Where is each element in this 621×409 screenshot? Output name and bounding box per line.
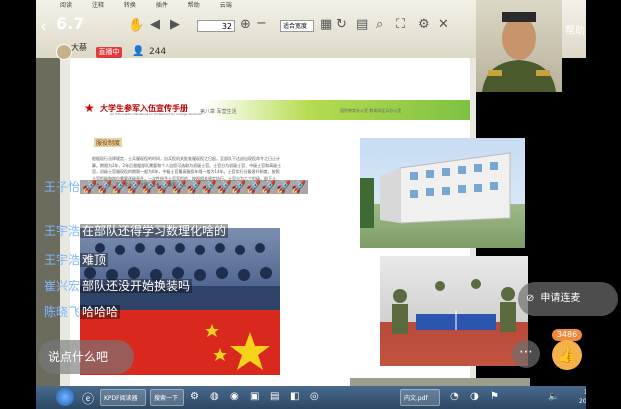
soldiers-parade-illustration (80, 243, 280, 310)
taskbar-icon-6[interactable]: ◧ (290, 391, 299, 402)
settings-icon[interactable]: ⚙ (418, 17, 430, 32)
zoom-select[interactable]: 适合宽度 (280, 20, 314, 32)
chat-message: 王子怡 🚀🚀🚀🚀🚀🚀🚀🚀🚀🚀🚀🚀🚀🚀🚀 (44, 178, 309, 195)
barracks-illustration (360, 152, 511, 228)
zoom-out-icon[interactable]: − (256, 16, 267, 31)
menu-read[interactable]: 阅读 (60, 2, 72, 9)
host-avatar[interactable] (56, 44, 72, 60)
comment-input[interactable]: 说点什么吧 (38, 340, 134, 374)
left-letterbox (0, 0, 36, 409)
start-button-icon[interactable] (56, 388, 74, 406)
menu-help[interactable]: 帮助 (188, 2, 200, 9)
fullscreen-icon[interactable]: ⛶ (396, 17, 405, 32)
volume-icon[interactable]: 🔈 (548, 392, 559, 402)
find-icon[interactable]: ⌕ (376, 17, 383, 32)
chat-user[interactable]: 崔兴宏 (44, 279, 80, 293)
tray-icon-1[interactable]: ◔ (450, 391, 459, 402)
taskbar-icon-5[interactable]: ▤ (270, 391, 279, 402)
chat-message: 陈晓飞 哈哈哈 (44, 303, 121, 320)
soldiers-parade-photo (80, 228, 280, 310)
chat-text: 部队还没开始换装吗 (80, 279, 193, 293)
live-badge: 直播中 (96, 47, 122, 58)
close-doc-icon[interactable]: ✕ (438, 17, 449, 32)
chat-text: 哈哈哈 (80, 305, 121, 319)
next-page-icon[interactable]: ▶ (170, 17, 180, 32)
chat-message: 崔兴宏 部队还没开始换装吗 (44, 277, 193, 294)
barracks-photo (360, 138, 525, 248)
section-title: 服役制度 (94, 138, 123, 147)
viewer-count: 6.7 (56, 14, 85, 33)
taskbar-app-search[interactable]: 搜索一下 (150, 389, 184, 406)
user-icon: 👤 (132, 46, 145, 57)
tray-icon-2[interactable]: ◑ (470, 391, 479, 402)
menu-annotate[interactable]: 注释 (92, 2, 104, 9)
chat-message: 王宇浩 在部队还得学习数理化啥的 (44, 222, 229, 239)
doc-chapter: 第八章 军营生活 (200, 109, 237, 115)
menu-cloud[interactable]: 云端 (220, 2, 232, 9)
taskbar-icon-1[interactable]: ⚙ (190, 391, 199, 402)
windows-taskbar: ⓔ KPDF阅读器 搜索一下 ⚙ ◍ ◉ ▣ ▤ ◧ ◎ 内文.pdf ◔ ◑ … (0, 386, 621, 409)
chat-user[interactable]: 王宇浩 (44, 253, 80, 267)
ie-icon[interactable]: ⓔ (82, 390, 94, 407)
hand-tool-icon[interactable]: ✋ (128, 18, 144, 33)
rotate-icon[interactable]: ↻ (336, 17, 347, 32)
doc-header-right: 国防教育办公室 教育局征兵办公室 (340, 108, 402, 113)
taskbar-icon-4[interactable]: ▣ (250, 391, 259, 402)
taskbar-app-pdf[interactable]: 内文.pdf (400, 389, 440, 406)
chat-text: 在部队还得学习数理化啥的 (80, 224, 229, 238)
link-mic-icon: ⊘ (526, 293, 535, 304)
right-letterbox (586, 0, 621, 409)
host-camera-feed (476, 0, 562, 92)
host-name: 大蔡 (71, 43, 87, 52)
chat-user[interactable]: 王子怡 (44, 180, 80, 194)
taskbar-icon-7[interactable]: ◎ (310, 391, 319, 402)
request-mic-button[interactable]: ⊘ 申请连麦 (518, 282, 618, 316)
chat-text: 🚀🚀🚀🚀🚀🚀🚀🚀🚀🚀🚀🚀🚀🚀🚀 (80, 180, 309, 194)
help-link[interactable]: 帮助 (565, 22, 585, 37)
tray-icon-3[interactable]: ⚑ (490, 391, 499, 402)
fit-page-icon[interactable]: ▦ (320, 17, 332, 32)
more-options-icon[interactable]: ⋯ (512, 340, 540, 368)
request-mic-label: 申请连麦 (540, 293, 581, 304)
zoom-in-icon[interactable]: ⊕ (240, 17, 251, 32)
taskbar-icon-3[interactable]: ◉ (230, 391, 239, 402)
prev-page-icon[interactable]: ◀ (150, 17, 160, 32)
host-camera-illustration (482, 12, 556, 92)
table-tennis-photo (380, 256, 528, 366)
taskbar-app-reader[interactable]: KPDF阅读器 (100, 389, 146, 406)
chat-text: 难顶 (80, 253, 109, 267)
chat-user[interactable]: 陈晓飞 (44, 305, 80, 319)
page-footer-strip (350, 378, 530, 386)
army-star-icon: ★ (84, 101, 95, 115)
reader-menubar: 阅读 注释 转换 插件 帮助 云端 (60, 0, 480, 9)
chat-user[interactable]: 王宇浩 (44, 224, 80, 238)
menu-plugin[interactable]: 插件 (156, 2, 168, 9)
chat-message: 王宇浩 难顶 (44, 251, 109, 268)
page-number-input[interactable]: 32 (197, 20, 235, 32)
taskbar-icon-2[interactable]: ◍ (210, 391, 219, 402)
thumbs-up-icon[interactable]: 👍 (552, 340, 582, 370)
doc-subtitle: An Information Handbook on Enlistment fo… (110, 112, 202, 116)
table-tennis-illustration (392, 279, 516, 334)
menu-convert[interactable]: 转换 (124, 2, 136, 9)
back-arrow-icon[interactable]: ‹ (40, 16, 47, 37)
viewer-number: 244 (149, 47, 167, 57)
print-icon[interactable]: ▤ (356, 17, 368, 32)
